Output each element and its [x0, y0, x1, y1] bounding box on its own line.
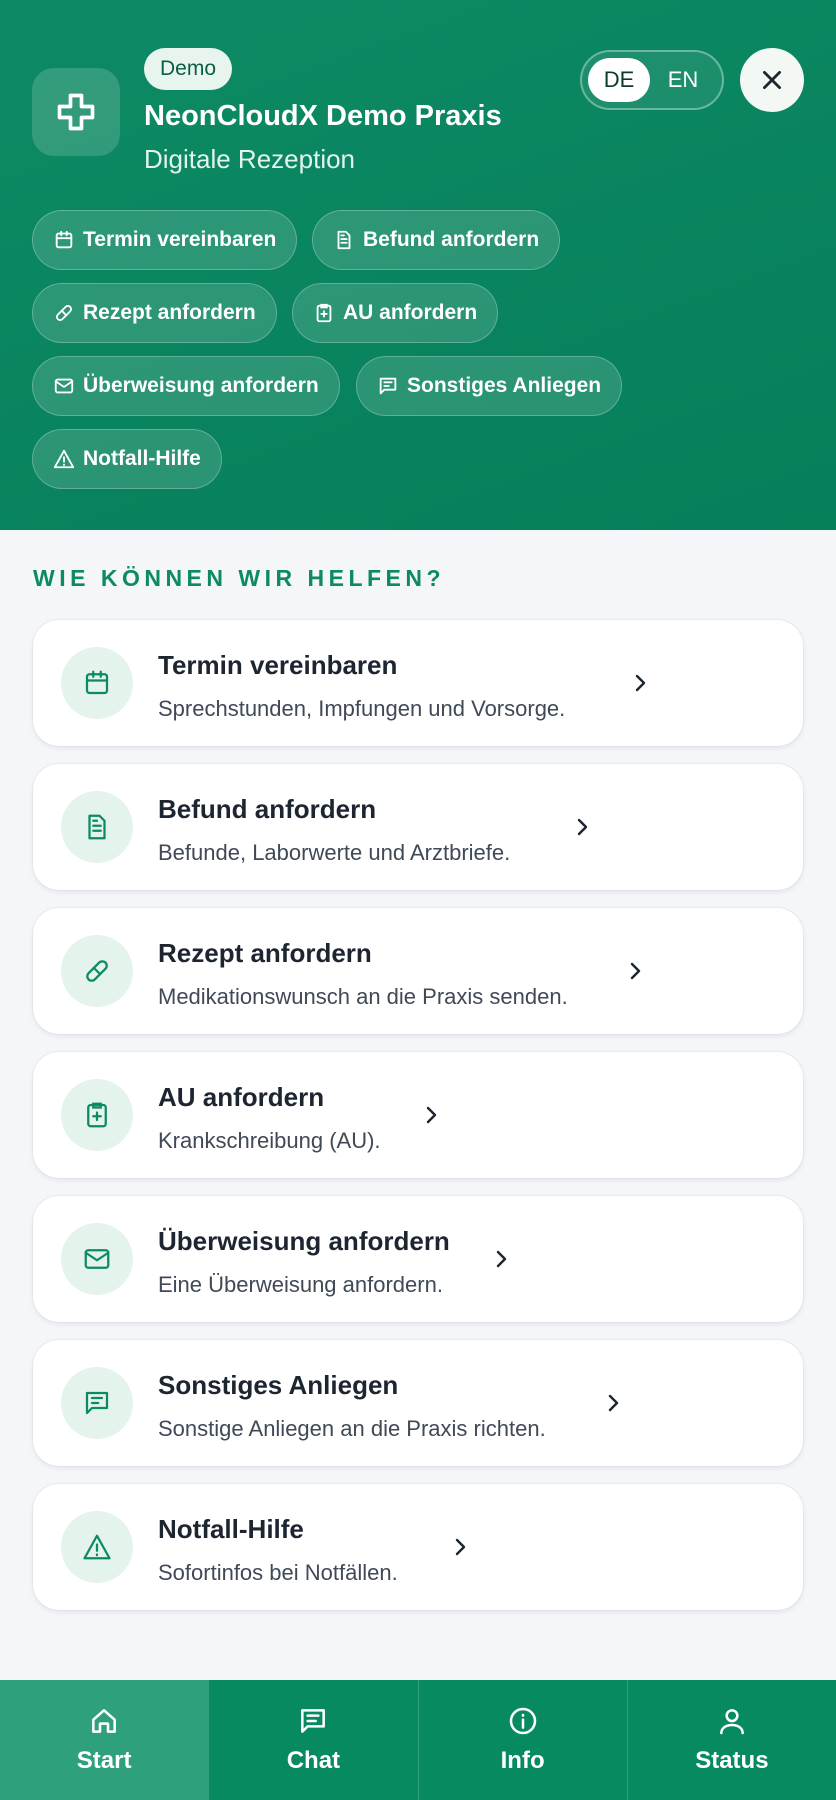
header: Demo NeonCloudX Demo Praxis Digitale Rez…	[0, 0, 836, 530]
nav-label: Start	[76, 1747, 132, 1774]
nav-item-chat[interactable]: Chat	[208, 1680, 417, 1800]
card-description: Sprechstunden, Impfungen und Vorsorge.	[158, 696, 566, 721]
card-description: Medikationswunsch an die Praxis senden.	[158, 984, 568, 1009]
chip-rezept-anfordern[interactable]: Rezept anfordern	[32, 283, 277, 343]
home-icon	[92, 1709, 117, 1733]
chevron-right-icon	[630, 962, 641, 980]
chip-label: AU anfordern	[343, 301, 478, 324]
message-icon	[85, 1391, 109, 1415]
service-card-befund[interactable]: Befund anfordern Befunde, Laborwerte und…	[33, 764, 803, 890]
service-card-notfall[interactable]: Notfall-Hilfe Sofortinfos bei Notfällen.	[33, 1484, 803, 1610]
service-card-au[interactable]: AU anfordern Krankschreibung (AU).	[33, 1052, 803, 1178]
section-title: WIE KÖNNEN WIR HELFEN?	[33, 565, 446, 591]
service-card-termin[interactable]: Termin vereinbaren Sprechstunden, Impfun…	[33, 620, 803, 746]
chip-label: Termin vereinbaren	[83, 228, 277, 251]
card-title: Befund anfordern	[158, 794, 377, 824]
close-icon	[763, 71, 781, 89]
card-icon-wrap	[61, 1079, 133, 1151]
chip-notfall-hilfe[interactable]: Notfall-Hilfe	[32, 429, 222, 489]
card-icon-wrap	[61, 1223, 133, 1295]
pill-icon	[86, 960, 108, 982]
card-title: Rezept anfordern	[158, 938, 372, 968]
chevron-right-icon	[608, 1394, 619, 1412]
language-toggle: DE EN	[580, 50, 724, 110]
bottom-navigation: Start Chat Info Status	[0, 1680, 836, 1800]
practice-logo	[32, 68, 120, 156]
message-icon	[379, 377, 397, 395]
chip-termin-vereinbaren[interactable]: Termin vereinbaren	[32, 210, 298, 270]
nav-label: Status	[695, 1747, 769, 1774]
service-card-sonstiges[interactable]: Sonstiges Anliegen Sonstige Anliegen an …	[33, 1340, 803, 1466]
chevron-right-icon	[577, 818, 588, 836]
card-description: Befunde, Laborwerte und Arztbriefe.	[158, 840, 511, 865]
chip-label: Überweisung anfordern	[83, 374, 319, 397]
card-title: Notfall-Hilfe	[158, 1514, 304, 1544]
demo-badge: Demo	[144, 48, 233, 90]
practice-name: NeonCloudX Demo Praxis	[144, 100, 502, 132]
card-description: Sonstige Anliegen an die Praxis richten.	[158, 1416, 546, 1441]
chip-label: Befund anfordern	[363, 228, 540, 251]
nav-item-info[interactable]: Info	[417, 1680, 627, 1800]
nav-item-status[interactable]: Status	[626, 1680, 836, 1800]
card-description: Eine Überweisung anfordern.	[158, 1272, 443, 1297]
document-icon	[337, 230, 351, 250]
card-description: Sofortinfos bei Notfällen.	[158, 1560, 398, 1585]
chat-icon	[301, 1709, 326, 1733]
chip-label: Notfall-Hilfe	[83, 447, 201, 470]
chevron-right-icon	[635, 674, 646, 692]
chevron-right-icon	[426, 1106, 437, 1124]
chip-label: Sonstiges Anliegen	[407, 374, 602, 397]
chevron-right-icon	[496, 1250, 507, 1268]
service-card-ueberweisung[interactable]: Überweisung anfordern Eine Überweisung a…	[33, 1196, 803, 1322]
card-title: Überweisung anfordern	[158, 1226, 450, 1256]
chip-au-anfordern[interactable]: AU anfordern	[292, 283, 499, 343]
warning-icon	[83, 1534, 111, 1560]
mail-icon	[84, 1249, 110, 1269]
card-icon-wrap	[61, 1367, 133, 1439]
chip-label: Rezept anfordern	[83, 301, 256, 324]
medical-cross-icon	[57, 93, 95, 131]
card-title: Sonstiges Anliegen	[158, 1370, 399, 1400]
close-button[interactable]	[740, 48, 804, 112]
card-icon-wrap	[61, 1511, 133, 1583]
mail-icon	[54, 378, 74, 394]
nav-label: Info	[500, 1747, 545, 1774]
card-icon-wrap	[61, 791, 133, 863]
chevron-right-icon	[455, 1538, 466, 1556]
card-icon-wrap	[61, 647, 133, 719]
chip-befund-anfordern[interactable]: Befund anfordern	[312, 210, 561, 270]
calendar-icon	[85, 670, 109, 695]
service-card-rezept[interactable]: Rezept anfordern Medikationswunsch an di…	[33, 908, 803, 1034]
card-icon-wrap	[61, 935, 133, 1007]
chip-ueberweisung-anfordern[interactable]: Überweisung anfordern	[32, 356, 340, 416]
clipboard-plus-icon	[87, 1102, 107, 1128]
nav-item-start[interactable]: Start	[0, 1680, 209, 1800]
calendar-icon	[55, 230, 73, 249]
document-icon	[88, 814, 106, 840]
chip-sonstiges-anliegen[interactable]: Sonstiges Anliegen	[356, 356, 623, 416]
card-description: Krankschreibung (AU).	[158, 1128, 381, 1153]
info-icon	[509, 1707, 536, 1735]
language-option-de[interactable]: DE	[588, 58, 650, 102]
practice-subtitle: Digitale Rezeption	[144, 144, 356, 174]
pill-icon	[55, 304, 73, 322]
user-icon	[719, 1709, 744, 1735]
language-option-en[interactable]: EN	[652, 58, 714, 102]
nav-label: Chat	[286, 1747, 341, 1774]
clipboard-plus-icon	[316, 303, 332, 323]
card-title: AU anfordern	[158, 1082, 325, 1112]
warning-icon	[53, 449, 75, 469]
card-title: Termin vereinbaren	[158, 650, 398, 680]
